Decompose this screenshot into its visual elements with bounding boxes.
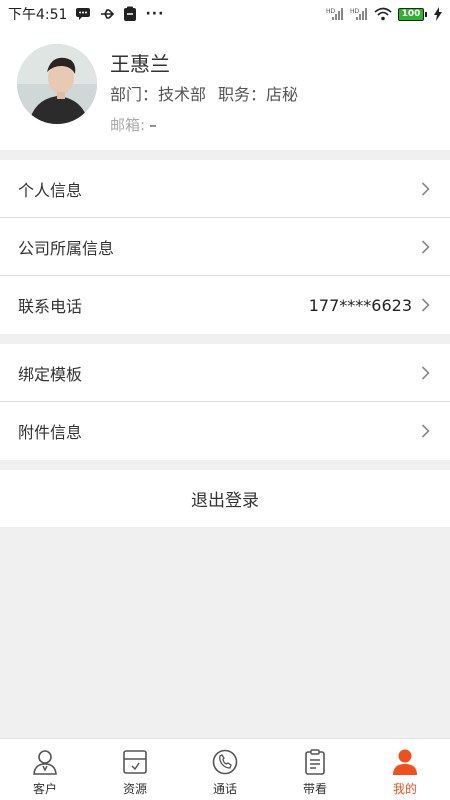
status-more-dots: ···: [145, 6, 165, 22]
menu-item-label: 联系电话: [18, 297, 83, 316]
charging-icon: [434, 7, 442, 21]
menu-item-label: 公司所属信息: [18, 238, 115, 258]
signal-hd-icon-2: HD: [350, 7, 368, 21]
menu-item-bind-template[interactable]: 绑定模板: [0, 344, 450, 402]
tab-call[interactable]: 通话: [180, 739, 270, 800]
tab-resource[interactable]: 资源: [90, 739, 180, 800]
viewing-icon: [300, 746, 330, 778]
phone-icon: [210, 746, 240, 778]
email-value: –: [149, 116, 157, 134]
email-label: 邮箱:: [110, 116, 146, 134]
role-value: 店秘: [266, 85, 299, 104]
battery-icon: 100: [398, 7, 427, 21]
department-role-line: 部门：技术部 职务：店秘: [110, 81, 298, 105]
chevron-right-icon: [418, 239, 432, 255]
profile-card: 王惠兰 部门：技术部 职务：店秘 邮箱: –: [0, 28, 450, 150]
tab-customer[interactable]: 客户: [0, 739, 90, 800]
tab-label: 通话: [212, 782, 237, 796]
avatar[interactable]: [17, 44, 97, 124]
menu-item-company-info[interactable]: 公司所属信息: [0, 218, 450, 276]
tab-label: 客户: [32, 782, 57, 796]
menu-group-info: 个人信息 公司所属信息 联系电话 177****6623: [0, 160, 450, 334]
chevron-right-icon: [418, 181, 432, 197]
chevron-right-icon: [418, 297, 432, 313]
menu-item-label: 个人信息: [18, 180, 83, 200]
customer-icon: [30, 746, 60, 778]
resource-icon: [120, 746, 150, 778]
department-label: 部门：: [110, 85, 159, 104]
menu-item-attachments[interactable]: 附件信息: [0, 402, 450, 460]
logout-button[interactable]: 退出登录: [0, 470, 450, 527]
tab-viewing[interactable]: 带看: [270, 739, 360, 800]
role-label: 职务：: [218, 85, 267, 104]
chevron-right-icon: [418, 423, 432, 439]
menu-item-phone[interactable]: 联系电话 177****6623: [0, 276, 450, 334]
tab-profile[interactable]: 我的: [360, 739, 450, 800]
menu-item-personal-info[interactable]: 个人信息: [0, 160, 450, 218]
message-icon: [75, 7, 91, 21]
usb-icon: [99, 7, 115, 21]
tab-label: 我的: [392, 782, 417, 796]
user-name: 王惠兰: [110, 52, 170, 76]
menu-item-label: 绑定模板: [18, 364, 83, 384]
svg-text:HD: HD: [326, 8, 336, 15]
bottom-tab-bar: 客户 资源 通话 带看 我的: [0, 738, 450, 800]
signal-hd-icon: HD: [326, 7, 344, 21]
profile-icon: [390, 746, 420, 778]
menu-item-label: 附件信息: [18, 423, 83, 442]
status-bar: 下午4:51 ··· HD HD 100: [0, 0, 450, 28]
menu-group-settings: 绑定模板 附件信息: [0, 344, 450, 460]
phone-number: 177****6623: [308, 295, 412, 315]
chevron-right-icon: [418, 365, 432, 381]
clipboard-icon: [123, 6, 137, 22]
svg-text:HD: HD: [350, 8, 360, 15]
email-line: 邮箱: –: [110, 114, 157, 135]
department-value: 技术部: [158, 85, 207, 104]
status-time: 下午4:51: [8, 7, 68, 23]
tab-label: 带看: [302, 782, 327, 796]
wifi-icon: [374, 7, 392, 21]
tab-label: 资源: [122, 782, 147, 796]
